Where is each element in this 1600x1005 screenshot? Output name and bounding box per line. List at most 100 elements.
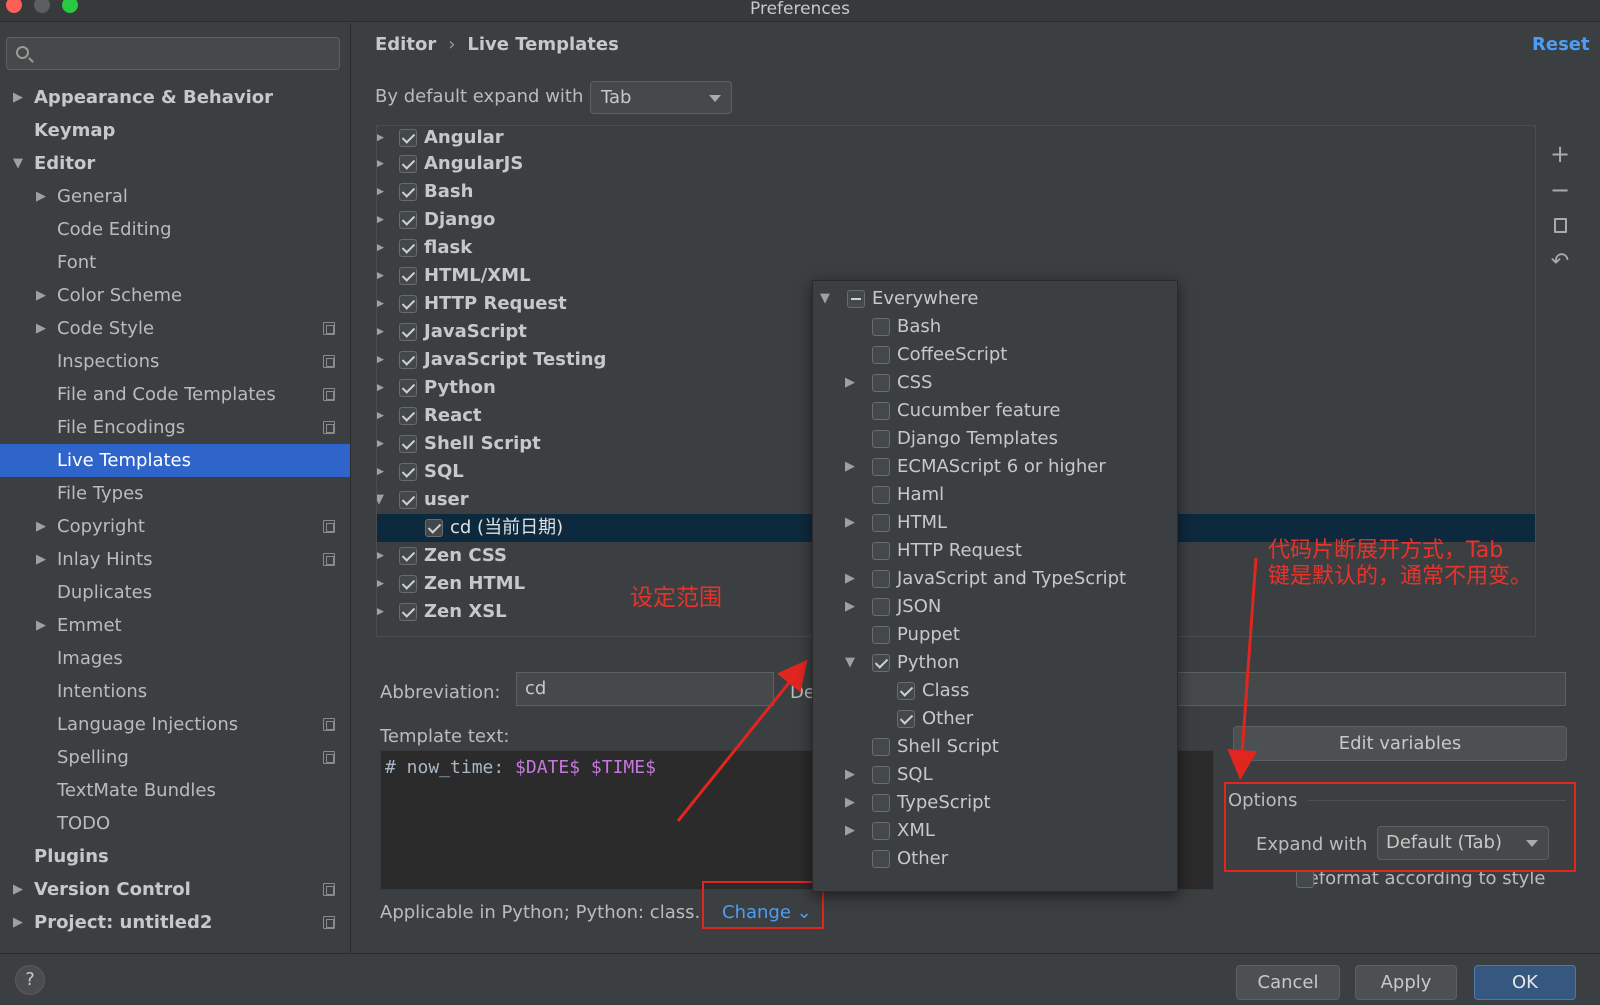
sidebar-item-language-injections[interactable]: Language Injections [0, 708, 350, 741]
context-checkbox[interactable] [872, 794, 890, 812]
sidebar-item-file-types[interactable]: File Types [0, 477, 350, 510]
expand-arrow-icon[interactable]: ▶ [377, 374, 384, 402]
context-checkbox[interactable] [872, 542, 890, 560]
expand-arrow-icon[interactable]: ▶ [377, 206, 384, 234]
settings-search-input[interactable] [6, 37, 340, 70]
expand-arrow-icon[interactable]: ▶ [845, 565, 855, 593]
expand-arrow-icon[interactable]: ▶ [845, 369, 855, 397]
popup-item-coffeescript[interactable]: CoffeeScript [813, 341, 1177, 369]
popup-item-puppet[interactable]: Puppet [813, 621, 1177, 649]
context-checkbox[interactable] [872, 766, 890, 784]
maximize-window-icon[interactable] [62, 0, 78, 13]
popup-item-bash[interactable]: Bash [813, 313, 1177, 341]
expand-arrow-icon[interactable]: ▶ [377, 598, 384, 626]
context-checkbox[interactable] [897, 710, 915, 728]
sidebar-item-duplicates[interactable]: Duplicates [0, 576, 350, 609]
popup-item-everywhere[interactable]: ▼ Everywhere [813, 285, 1177, 313]
apply-button[interactable]: Apply [1355, 965, 1457, 1000]
sidebar-item-inlay-hints[interactable]: ▶ Inlay Hints [0, 543, 350, 576]
group-checkbox[interactable] [399, 575, 417, 593]
expand-arrow-icon[interactable]: ▶ [13, 873, 23, 906]
description-input[interactable] [1160, 672, 1566, 706]
expand-arrow-icon[interactable]: ▶ [845, 761, 855, 789]
context-checkbox[interactable] [872, 626, 890, 644]
expand-arrow-icon[interactable]: ▶ [377, 290, 384, 318]
expand-arrow-icon[interactable]: ▶ [36, 279, 46, 312]
sidebar-item-todo[interactable]: TODO [0, 807, 350, 840]
popup-item-typescript[interactable]: ▶ TypeScript [813, 789, 1177, 817]
context-checkbox[interactable] [872, 486, 890, 504]
help-button[interactable]: ? [15, 965, 45, 995]
popup-item-http-request[interactable]: HTTP Request [813, 537, 1177, 565]
popup-item-other[interactable]: Other [813, 845, 1177, 873]
default-expand-select[interactable]: Tab [590, 81, 732, 114]
expand-arrow-icon[interactable]: ▶ [377, 570, 384, 598]
sidebar-item-plugins[interactable]: Plugins [0, 840, 350, 873]
expand-arrow-icon[interactable]: ▶ [36, 180, 46, 213]
context-checkbox[interactable] [872, 402, 890, 420]
edit-variables-button[interactable]: Edit variables [1233, 726, 1567, 761]
expand-arrow-icon[interactable]: ▶ [13, 81, 23, 114]
add-icon[interactable]: + [1545, 139, 1575, 169]
sidebar-item-font[interactable]: Font [0, 246, 350, 279]
sidebar-item-images[interactable]: Images [0, 642, 350, 675]
reset-link[interactable]: Reset [1532, 34, 1590, 55]
group-checkbox[interactable] [399, 295, 417, 313]
expand-arrow-icon[interactable]: ▶ [36, 543, 46, 576]
group-checkbox[interactable] [399, 491, 417, 509]
context-checkbox[interactable] [872, 654, 890, 672]
context-checkbox[interactable] [872, 514, 890, 532]
context-checkbox[interactable] [872, 346, 890, 364]
popup-item-xml[interactable]: ▶ XML [813, 817, 1177, 845]
expand-arrow-icon[interactable]: ▶ [377, 150, 384, 178]
context-checkbox[interactable] [872, 374, 890, 392]
expand-arrow-icon[interactable]: ▶ [36, 609, 46, 642]
group-checkbox[interactable] [399, 129, 417, 147]
group-checkbox[interactable] [399, 267, 417, 285]
expand-arrow-icon[interactable]: ▶ [845, 453, 855, 481]
sidebar-item-textmate-bundles[interactable]: TextMate Bundles [0, 774, 350, 807]
collapse-arrow-icon[interactable]: ▼ [377, 486, 384, 514]
context-checkbox[interactable] [872, 430, 890, 448]
expand-arrow-icon[interactable]: ▶ [377, 262, 384, 290]
tree-row-django[interactable]: ▶ Django [377, 206, 1535, 234]
sidebar-item-file-code-templates[interactable]: File and Code Templates [0, 378, 350, 411]
popup-item-html[interactable]: ▶ HTML [813, 509, 1177, 537]
tree-row-bash[interactable]: ▶ Bash [377, 178, 1535, 206]
group-checkbox[interactable] [399, 463, 417, 481]
context-checkbox[interactable] [872, 458, 890, 476]
popup-item-python-class[interactable]: Class [813, 677, 1177, 705]
expand-arrow-icon[interactable]: ▶ [845, 817, 855, 845]
group-checkbox[interactable] [399, 603, 417, 621]
popup-item-json[interactable]: ▶ JSON [813, 593, 1177, 621]
sidebar-item-spelling[interactable]: Spelling [0, 741, 350, 774]
popup-item-ecmascript[interactable]: ▶ ECMAScript 6 or higher [813, 453, 1177, 481]
context-checkbox[interactable] [872, 850, 890, 868]
sidebar-item-code-style[interactable]: ▶ Code Style [0, 312, 350, 345]
tree-row-angularjs[interactable]: ▶ AngularJS [377, 150, 1535, 178]
expand-arrow-icon[interactable]: ▶ [36, 510, 46, 543]
popup-item-python[interactable]: ▼ Python [813, 649, 1177, 677]
sidebar-item-intentions[interactable]: Intentions [0, 675, 350, 708]
expand-arrow-icon[interactable]: ▶ [845, 509, 855, 537]
context-checkbox[interactable] [872, 598, 890, 616]
minimize-window-icon[interactable] [34, 0, 50, 13]
collapse-arrow-icon[interactable]: ▼ [13, 147, 23, 180]
expand-arrow-icon[interactable]: ▶ [377, 126, 384, 152]
sidebar-item-emmet[interactable]: ▶ Emmet [0, 609, 350, 642]
group-checkbox[interactable] [399, 547, 417, 565]
expand-arrow-icon[interactable]: ▶ [377, 458, 384, 486]
expand-arrow-icon[interactable]: ▶ [845, 593, 855, 621]
copy-icon[interactable] [1545, 211, 1575, 241]
expand-arrow-icon[interactable]: ▶ [377, 234, 384, 262]
expand-arrow-icon[interactable]: ▶ [13, 906, 23, 939]
popup-item-shell-script[interactable]: Shell Script [813, 733, 1177, 761]
context-checkbox[interactable] [897, 682, 915, 700]
expand-arrow-icon[interactable]: ▶ [377, 346, 384, 374]
group-checkbox[interactable] [399, 323, 417, 341]
popup-item-sql[interactable]: ▶ SQL [813, 761, 1177, 789]
ok-button[interactable]: OK [1474, 965, 1576, 1000]
sidebar-item-project[interactable]: ▶ Project: untitled2 [0, 906, 350, 939]
sidebar-item-appearance-behavior[interactable]: ▶ Appearance & Behavior [0, 81, 350, 114]
group-checkbox[interactable] [399, 211, 417, 229]
